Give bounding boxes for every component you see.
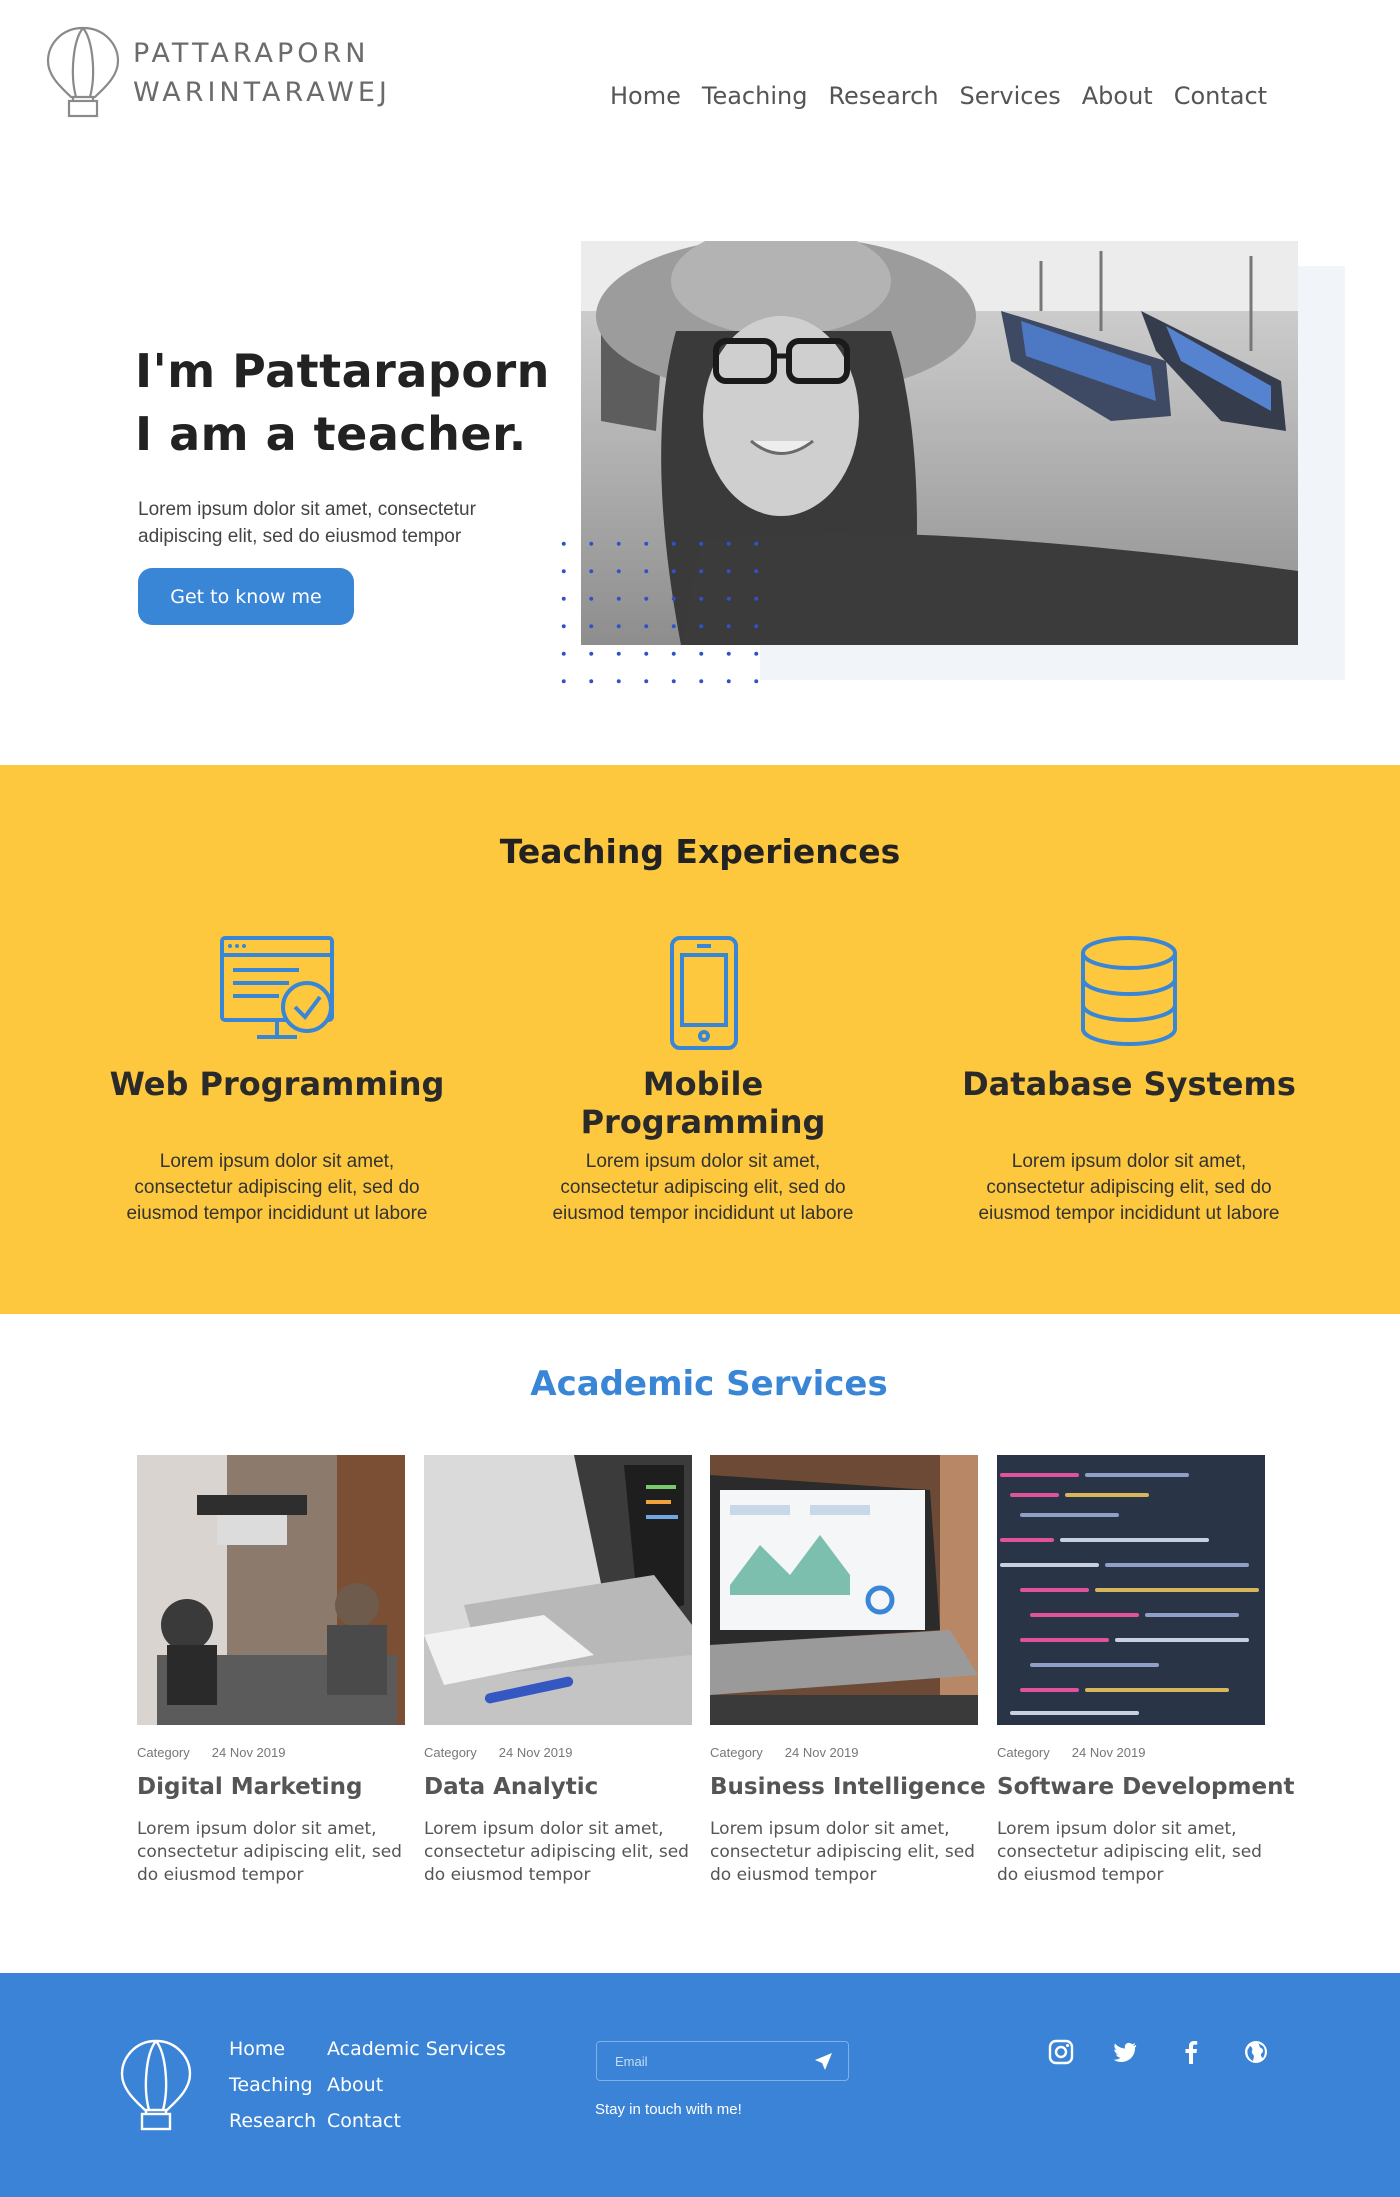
card-category[interactable]: Category [997,1745,1050,1760]
get-to-know-me-button[interactable]: Get to know me [138,568,354,625]
hero-title-line1: I'm Pattaraporn [135,344,550,398]
card-description: Lorem ipsum dolor sit amet, consectetur … [997,1819,1262,1885]
card-meta: Category 24 Nov 2019 [997,1745,1265,1760]
send-icon[interactable] [812,2051,834,2073]
web-browser-check-icon [220,936,334,1039]
main-nav: Home Teaching Research Services About Co… [610,82,1288,110]
teaching-title: Teaching Experiences [499,832,901,871]
footer-link-teaching[interactable]: Teaching [229,2074,327,2097]
card-title[interactable]: Software Development [997,1774,1294,1800]
site-header: PATTARAPORN WARINTARAWEJ Home Teaching R… [0,0,1400,160]
teaching-description: Lorem ipsum dolor sit amet, consectetur … [552,1151,854,1224]
hero-title-line2: I am a teacher. [135,407,527,461]
card-title[interactable]: Data Analytic [424,1774,692,1800]
smartphone-icon [670,936,738,1050]
service-card[interactable]: Category 24 Nov 2019 Business Intelligenc… [710,1455,986,1887]
card-image-code [997,1455,1265,1725]
service-card[interactable]: Category 24 Nov 2019 Digital Marketing Lo… [137,1455,405,1887]
nav-about[interactable]: About [1082,82,1153,110]
card-title[interactable]: Business Intelligence [710,1774,986,1800]
card-category[interactable]: Category [424,1745,477,1760]
hero-description: Lorem ipsum dolor sit amet, consectetur … [138,499,476,547]
academic-services-title: Academic Services [530,1364,888,1404]
decorative-dot-grid [550,530,760,685]
nav-services[interactable]: Services [960,82,1061,110]
hot-air-balloon-icon[interactable] [118,2038,194,2133]
footer-link-contact[interactable]: Contact [327,2110,507,2133]
brand-name-line2: WARINTARAWEJ [133,76,391,108]
database-icon [1081,936,1177,1047]
card-date: 24 Nov 2019 [1071,1745,1146,1760]
service-card[interactable]: Category 24 Nov 2019 Software Development… [997,1455,1294,1887]
footer-link-about[interactable]: About [327,2074,507,2097]
brand-name: PATTARAPORN WARINTARAWEJ [133,34,391,112]
facebook-icon[interactable] [1177,2038,1205,2066]
footer-link-academic-services[interactable]: Academic Services [327,2038,507,2061]
footer-link-home[interactable]: Home [229,2038,327,2061]
card-description: Lorem ipsum dolor sit amet, consectetur … [424,1819,689,1885]
card-meta: Category 24 Nov 2019 [424,1745,692,1760]
card-category[interactable]: Category [710,1745,763,1760]
service-card[interactable]: Category 24 Nov 2019 Data Analytic Lorem … [424,1455,692,1887]
footer-tagline: Stay in touch with me! [595,2101,742,2118]
card-category[interactable]: Category [137,1745,190,1760]
footer-link-research[interactable]: Research [229,2110,327,2133]
nav-home[interactable]: Home [610,82,681,110]
nav-research[interactable]: Research [828,82,938,110]
nav-contact[interactable]: Contact [1174,82,1267,110]
teaching-description: Lorem ipsum dolor sit amet, consectetur … [978,1151,1280,1224]
card-image-dashboard [710,1455,978,1725]
brand-name-line1: PATTARAPORN [133,37,370,69]
twitter-icon[interactable] [1111,2038,1139,2066]
card-image-laptop [424,1455,692,1725]
card-meta: Category 24 Nov 2019 [710,1745,978,1760]
teaching-heading: Web Programming [109,1065,445,1103]
card-title[interactable]: Digital Marketing [137,1774,405,1800]
card-description: Lorem ipsum dolor sit amet, consectetur … [137,1819,402,1885]
site-footer: Home Academic Services Teaching About Re… [0,1973,1400,2197]
card-meta: Category 24 Nov 2019 [137,1745,405,1760]
card-date: 24 Nov 2019 [784,1745,859,1760]
nav-teaching[interactable]: Teaching [702,82,808,110]
footer-links: Home Academic Services Teaching About Re… [229,2038,507,2133]
teaching-heading: Mobile Programming [580,1065,826,1141]
card-date: 24 Nov 2019 [498,1745,573,1760]
teaching-experiences-section: Teaching Experiences Web Programming Lor… [0,765,1400,1314]
card-description: Lorem ipsum dolor sit amet, consectetur … [710,1819,975,1885]
globe-icon[interactable] [1242,2038,1270,2066]
hero-title: I'm Pattaraporn I am a teacher. [135,340,550,466]
card-date: 24 Nov 2019 [211,1745,286,1760]
hot-air-balloon-icon [46,26,120,118]
instagram-icon[interactable] [1047,2038,1075,2066]
card-image-meeting [137,1455,405,1725]
logo[interactable]: PATTARAPORN WARINTARAWEJ [43,25,391,120]
teaching-heading: Database Systems [962,1065,1296,1103]
teaching-description: Lorem ipsum dolor sit amet, consectetur … [126,1151,428,1224]
